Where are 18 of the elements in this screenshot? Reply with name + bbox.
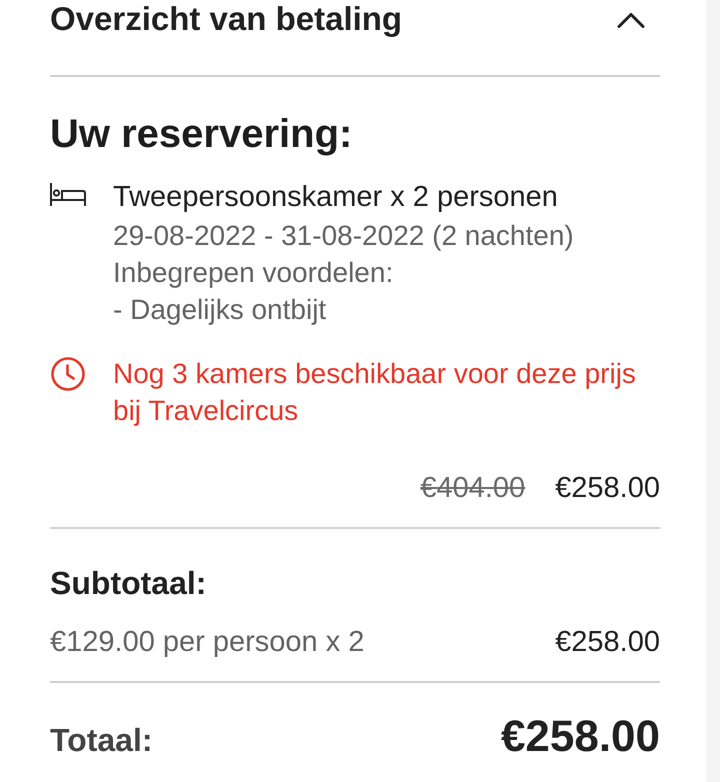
room-detail: - Dagelijks ontbijt (113, 293, 328, 327)
chevron-up-icon (617, 12, 645, 28)
room-title: Tweepersoonskamer x 2 personen (113, 180, 559, 215)
section-title: Overzicht van betaling (50, 0, 402, 39)
subtotal-label: Subtotaal: (50, 564, 208, 603)
room-detail: Inbegrepen voordelen: (113, 256, 394, 290)
subtotal-amount: €258.00 (555, 625, 660, 660)
collapse-toggle-button[interactable] (617, 12, 645, 28)
bed-icon (50, 183, 86, 206)
discounted-price: €258.00 (555, 471, 660, 506)
price-breakdown: €129.00 per persoon x 2 (50, 625, 364, 660)
availability-notice: Nog 3 kamers beschikbaar voor deze prijs bij Travelcircus (113, 357, 637, 428)
original-price: €404.00 (420, 471, 526, 506)
reservation-heading: Uw reservering: (50, 111, 354, 158)
total-label: Totaal: (50, 721, 153, 760)
clock-icon (51, 357, 85, 391)
room-detail: 29-08-2022 - 31-08-2022 (2 nachten) (113, 219, 575, 253)
total-amount: €258.00 (500, 712, 660, 762)
